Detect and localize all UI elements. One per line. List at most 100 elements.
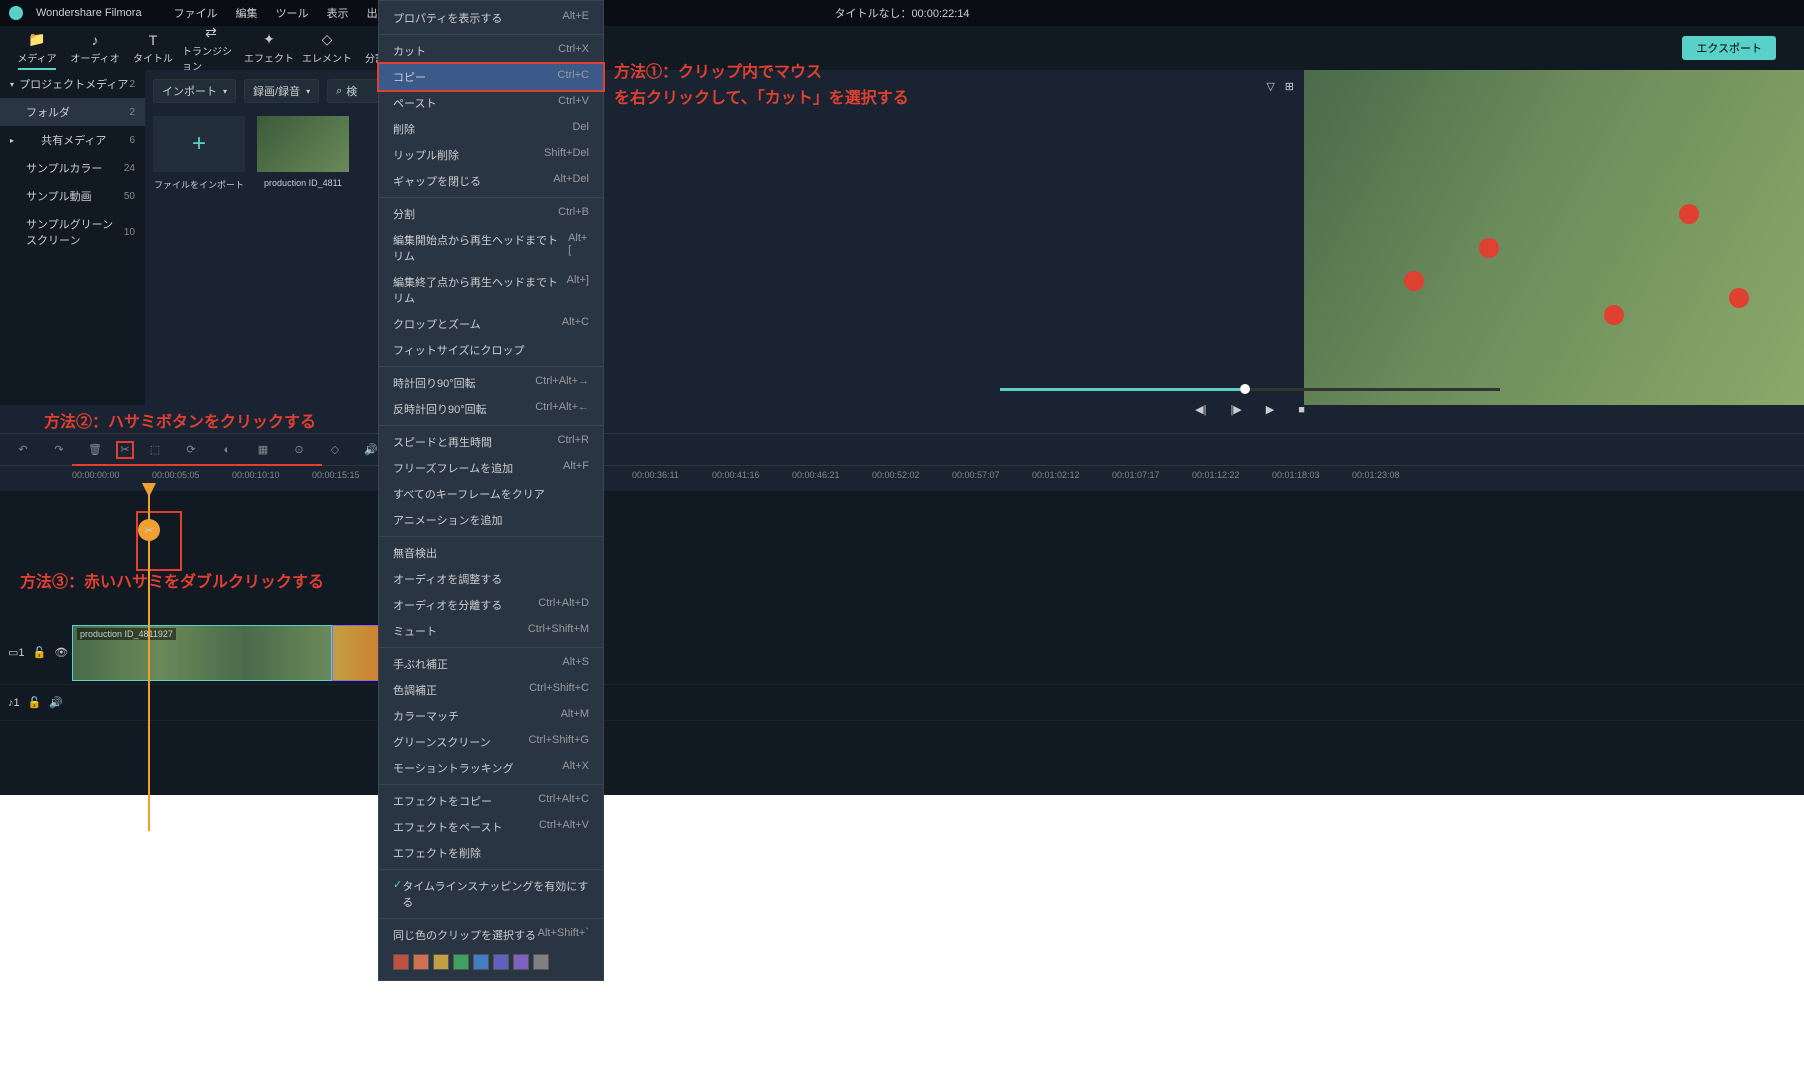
menu-item[interactable]: コピーCtrl+C (377, 62, 605, 92)
ruler-tick: 00:00:36:11 (632, 470, 679, 480)
annotation-underline (72, 462, 322, 466)
ruler-tick: 00:00:57:07 (952, 470, 1000, 480)
play-icon[interactable]: ▶ (1266, 403, 1274, 416)
app-logo (8, 5, 24, 21)
color-swatch[interactable] (473, 954, 489, 970)
speaker-icon[interactable]: 🔊 (49, 696, 63, 709)
timeline-clip-1[interactable]: production ID_4811927 (72, 625, 332, 681)
media-clip-tile[interactable]: production ID_4811 (257, 116, 349, 191)
menu-item[interactable]: 無音検出 (379, 540, 603, 566)
preview-video (1304, 70, 1804, 405)
sidebar-item-folder[interactable]: フォルダ2 (0, 98, 145, 126)
redo-icon[interactable]: ↷ (50, 441, 68, 459)
color-icon[interactable]: ◐ (218, 441, 236, 459)
menu-item[interactable]: クロップとズームAlt+C (379, 311, 603, 337)
color-swatch[interactable] (533, 954, 549, 970)
filter-icon[interactable]: ▽ (1266, 80, 1274, 93)
text-icon: T (149, 32, 158, 48)
menu-item[interactable]: エフェクトをコピーCtrl+Alt+C (379, 788, 603, 814)
target-icon[interactable]: ⊙ (290, 441, 308, 459)
blank-area (0, 795, 1804, 1091)
menu-item[interactable]: タイムラインスナッピングを有効にする (379, 873, 603, 915)
ruler-tick: 00:00:46:21 (792, 470, 840, 480)
speed-icon[interactable]: ⟳ (182, 441, 200, 459)
ruler-tick: 00:01:18:03 (1272, 470, 1320, 480)
menu-item[interactable]: フィットサイズにクロップ (379, 337, 603, 363)
tab-effect[interactable]: ✦エフェクト (240, 26, 298, 70)
sidebar-item-sample-green[interactable]: サンプルグリーンスクリーン10 (0, 210, 145, 254)
menu-item[interactable]: 反時計回り90°回転Ctrl+Alt+← (379, 396, 603, 422)
prev-frame-icon[interactable]: ◀| (1195, 403, 1206, 416)
import-dropdown[interactable]: インポート (153, 79, 236, 103)
timeline-clip-2[interactable] (332, 625, 382, 681)
menu-item[interactable]: グリーンスクリーンCtrl+Shift+G (379, 729, 603, 755)
tab-audio[interactable]: ♪オーディオ (66, 26, 124, 70)
playhead[interactable] (148, 491, 150, 831)
crop-icon[interactable]: ⬚ (146, 441, 164, 459)
menu-item[interactable]: 分割Ctrl+B (379, 201, 603, 227)
keyframe-icon[interactable]: ◇ (326, 441, 344, 459)
eye-icon[interactable]: 👁 (54, 646, 68, 659)
menu-item[interactable]: 削除Del (379, 116, 603, 142)
annotation-1b: を右クリックして、「カット」を選択する (614, 84, 909, 108)
lock-icon[interactable]: 🔓 (28, 696, 42, 709)
color-swatch[interactable] (493, 954, 509, 970)
preview-progress[interactable] (1000, 388, 1500, 391)
menu-item[interactable]: エフェクトを削除 (379, 840, 603, 866)
menu-item[interactable]: オーディオを調整する (379, 566, 603, 592)
menu-item: 編集終了点から再生ヘッドまでトリムAlt+] (379, 269, 603, 311)
media-import-tile[interactable]: + ファイルをインポート (153, 116, 245, 191)
menu-view[interactable]: 表示 (327, 5, 349, 21)
tab-title[interactable]: Tタイトル (124, 26, 182, 70)
stop-icon[interactable]: ■ (1298, 404, 1305, 416)
menu-item[interactable]: 色調補正Ctrl+Shift+C (379, 677, 603, 703)
app-name: Wondershare Filmora (36, 7, 142, 19)
music-icon: ♪ (92, 32, 99, 48)
menu-item[interactable]: モーショントラッキングAlt+X (379, 755, 603, 781)
undo-icon[interactable]: ↶ (14, 441, 32, 459)
menu-item[interactable]: 時計回り90°回転Ctrl+Alt+→ (379, 370, 603, 396)
scissors-marker[interactable]: ✂ (138, 519, 160, 541)
menu-item[interactable]: リップル削除Shift+Del (379, 142, 603, 168)
next-frame-icon[interactable]: |▶ (1230, 403, 1241, 416)
color-swatch[interactable] (453, 954, 469, 970)
annotation-2: 方法②：ハサミボタンをクリックする (44, 408, 316, 432)
color-swatch[interactable] (433, 954, 449, 970)
menu-item[interactable]: オーディオを分離するCtrl+Alt+D (379, 592, 603, 618)
color-swatch[interactable] (513, 954, 529, 970)
menu-file[interactable]: ファイル (174, 5, 218, 21)
menu-item[interactable]: カットCtrl+X (379, 38, 603, 64)
green-icon[interactable]: ▦ (254, 441, 272, 459)
scissors-icon[interactable]: ✂ (116, 441, 134, 459)
menu-tool[interactable]: ツール (276, 5, 309, 21)
sidebar-item-sample-video[interactable]: サンプル動画50 (0, 182, 145, 210)
ruler-tick: 00:00:00:00 (72, 470, 120, 480)
menu-item[interactable]: 手ぶれ補正Alt+S (379, 651, 603, 677)
transition-icon: ⇄ (205, 24, 217, 41)
color-swatches (379, 948, 603, 976)
tab-media[interactable]: 📁メディア (8, 26, 66, 70)
menu-item[interactable]: プロパティを表示するAlt+E (379, 5, 603, 31)
menu-edit[interactable]: 編集 (236, 5, 258, 21)
menu-item[interactable]: スピードと再生時間Ctrl+R (379, 429, 603, 455)
timeline-ruler[interactable]: 00:00:00:0000:00:05:0500:00:10:1000:00:1… (0, 465, 1804, 491)
annotation-3: 方法③：赤いハサミをダブルクリックする (20, 568, 324, 592)
sidebar-item-shared-media[interactable]: 共有メディア6 (0, 126, 145, 154)
menu-item[interactable]: カラーマッチAlt+M (379, 703, 603, 729)
menu-item[interactable]: ミュートCtrl+Shift+M (379, 618, 603, 644)
ruler-tick: 00:00:41:16 (712, 470, 760, 480)
export-button[interactable]: エクスポート (1682, 36, 1776, 60)
menu-item[interactable]: 同じ色のクリップを選択するAlt+Shift+` (379, 922, 603, 948)
sidebar-item-project-media[interactable]: プロジェクトメディア2 (0, 70, 145, 98)
color-swatch[interactable] (393, 954, 409, 970)
record-dropdown[interactable]: 録画/録音 (244, 79, 319, 103)
tab-transition[interactable]: ⇄トランジション (182, 26, 240, 70)
grid-icon[interactable]: ⊞ (1285, 80, 1294, 93)
trash-icon[interactable]: 🗑 (86, 441, 104, 459)
sidebar-item-sample-color[interactable]: サンプルカラー24 (0, 154, 145, 182)
tab-element[interactable]: ◇エレメント (298, 26, 356, 70)
menu-item: エフェクトをペーストCtrl+Alt+V (379, 814, 603, 840)
menu-item[interactable]: アニメーションを追加 (379, 507, 603, 533)
lock-icon[interactable]: 🔓 (33, 646, 47, 659)
color-swatch[interactable] (413, 954, 429, 970)
